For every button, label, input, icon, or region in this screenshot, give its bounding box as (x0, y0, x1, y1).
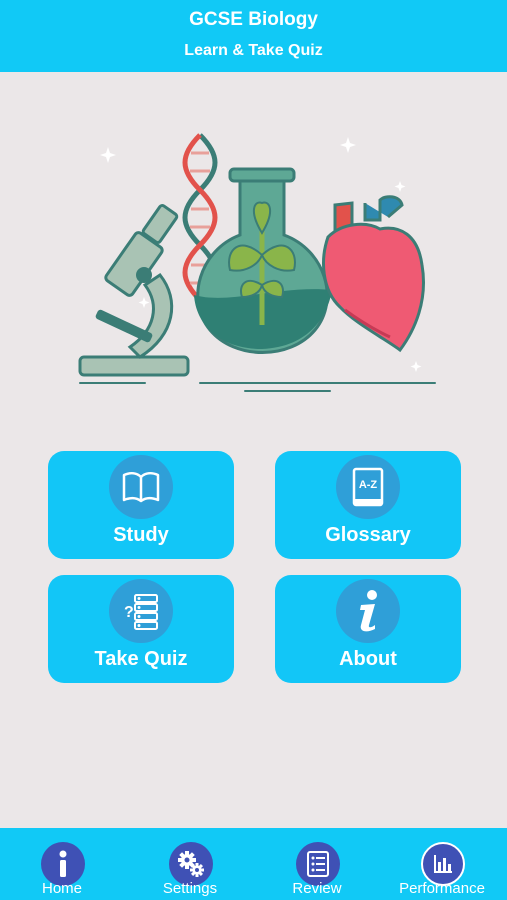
about-label: About (339, 648, 397, 670)
heart-icon (322, 195, 425, 353)
quiz-list-icon: ? (109, 579, 173, 643)
flask-icon (194, 167, 332, 354)
take-quiz-label: Take Quiz (94, 648, 188, 670)
glossary-button[interactable]: A-Z Glossary (275, 451, 461, 559)
az-icon-text: A-Z (359, 479, 378, 491)
app-subtitle: Learn & Take Quiz (184, 42, 323, 59)
dictionary-icon: A-Z (336, 455, 400, 519)
tab-home-label: Home (41, 880, 82, 897)
app-header: GCSE Biology Learn & Take Quiz (0, 0, 507, 72)
glossary-label: Glossary (325, 524, 411, 546)
info-icon (336, 579, 400, 643)
tab-performance-label: Performance (399, 880, 485, 897)
tab-settings-label: Settings (162, 880, 218, 897)
tab-performance[interactable]: Performance (387, 828, 497, 900)
microscope-icon (78, 204, 190, 377)
study-label: Study (113, 524, 169, 546)
svg-text:?: ? (124, 604, 134, 621)
tab-review-label: Review (292, 880, 342, 897)
take-quiz-button[interactable]: ? Take Quiz (48, 575, 234, 683)
bottom-tab-bar: Home Settings Review Performance (0, 828, 507, 900)
app-title: GCSE Biology (189, 9, 318, 30)
tab-home[interactable]: Home (7, 828, 117, 900)
tab-settings[interactable]: Settings (135, 828, 245, 900)
biology-illustration (78, 133, 436, 392)
book-icon (109, 455, 173, 519)
about-button[interactable]: About (275, 575, 461, 683)
study-button[interactable]: Study (48, 451, 234, 559)
tab-review[interactable]: Review (262, 828, 372, 900)
